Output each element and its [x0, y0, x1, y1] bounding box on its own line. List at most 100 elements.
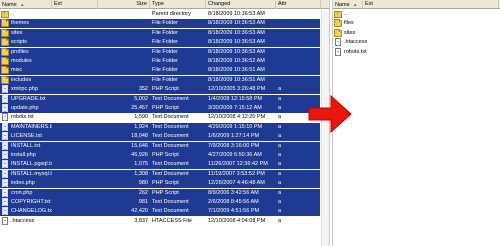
file-row[interactable]: .htaccess: [333, 38, 499, 47]
file-type: Text Document: [152, 133, 189, 140]
column-ext[interactable]: Ext: [52, 0, 98, 9]
file-row[interactable]: robots.txt: [333, 47, 499, 57]
file-row[interactable]: CHANGELOG.txt 42,420 Text Document 7/1/2009…: [0, 207, 320, 217]
file-row[interactable]: cron.php 262 PHP Script 8/9/2006 3:42:56 AM…: [0, 188, 320, 198]
file-row[interactable]: files: [333, 19, 499, 28]
file-row[interactable]: MAINTAINERS.txt 1,924 Text Document 4/29/20…: [0, 122, 320, 132]
file-row[interactable]: LICENSE.txt 18,048 Text Document 1/6/2009 1…: [0, 132, 320, 142]
file-row[interactable]: robots.txt 1,590 Text Document 12/10/2008 4…: [0, 113, 320, 122]
file-row[interactable]: UPGRADE.txt 5,002 Text Document 1/4/2008 12…: [0, 94, 320, 104]
file-type: Text Document: [152, 208, 189, 215]
file-row[interactable]: misc File Folder 8/18/2009 10:36:51 AM: [0, 66, 320, 76]
file-name: robots.txt: [344, 48, 367, 55]
column-name-label: Name: [335, 2, 350, 8]
file-row[interactable]: scripts File Folder 8/18/2009 10:36:53 AM: [0, 38, 320, 48]
file-type: Text Document: [152, 142, 189, 149]
file-size: 18,048: [131, 133, 148, 140]
file-name: MAINTAINERS.txt: [11, 123, 52, 130]
file-changed: 8/18/2009 10:36:51 AM: [208, 76, 265, 83]
file-name: UPGRADE.txt: [11, 95, 46, 102]
file-type: File Folder: [152, 29, 178, 36]
file-ext: [52, 57, 98, 66]
file-size: 352: [138, 86, 148, 93]
file-ext: [52, 179, 98, 188]
file-icon: [2, 141, 8, 150]
file-ext: [52, 189, 98, 198]
file-changed: 11/26/2007 12:36:42 PM: [208, 161, 268, 168]
file-attr: a: [278, 86, 282, 93]
file-icon: [2, 216, 8, 225]
file-size: 1,924: [134, 123, 148, 130]
file-changed: 12/10/2005 3:26:48 PM: [208, 86, 266, 93]
file-icon: [335, 47, 341, 56]
column-name[interactable]: Name ▲: [333, 0, 363, 9]
file-attr: [278, 48, 298, 57]
file-changed: 8/18/2009 10:36:53 AM: [208, 39, 265, 46]
file-row[interactable]: ..: [333, 10, 499, 19]
file-row[interactable]: update.php 25,457 PHP Script 3/30/2009 7:15…: [0, 104, 320, 113]
folder-icon: [1, 28, 9, 37]
file-icon: [2, 113, 8, 122]
file-changed: 8/18/2009 10:36:53 AM: [208, 48, 265, 55]
folder-icon: [1, 19, 9, 28]
file-size: [98, 38, 148, 47]
file-name: themes: [11, 20, 30, 27]
file-ext: [52, 48, 98, 57]
file-attr: a: [278, 142, 282, 149]
column-type[interactable]: Type: [150, 0, 206, 9]
file-name: ..: [11, 11, 15, 17]
file-type: Text Document: [152, 123, 189, 130]
column-changed[interactable]: Changed: [206, 0, 276, 9]
file-row[interactable]: sites: [333, 28, 499, 38]
file-type: PHP Script: [152, 180, 179, 187]
file-ext: [52, 38, 98, 47]
file-name: misc: [11, 67, 23, 74]
file-row[interactable]: INSTALL.txt 15,646 Text Document 7/9/2008 3…: [0, 141, 320, 151]
local-file-pane[interactable]: Name ▲ Ext Size Type Changed Attr .. Pare…: [0, 0, 330, 246]
file-row[interactable]: includes File Folder 8/18/2009 10:36:51 AM: [0, 75, 320, 85]
file-name: COPYRIGHT.txt: [11, 199, 51, 205]
file-row[interactable]: INSTALL.pgsql.txt 1,075 Text Document 11/26…: [0, 160, 320, 170]
file-row[interactable]: INSTALL.mysql.txt 1,308 Text Document 11/19…: [0, 169, 320, 179]
file-row[interactable]: COPYRIGHT.txt 981 Text Document 2/6/2008 8:…: [0, 198, 320, 207]
file-row[interactable]: install.php 46,926 PHP Script 4/27/2009 6:5…: [0, 151, 320, 160]
column-name-label: Name: [2, 2, 17, 8]
file-size: 1,308: [134, 170, 148, 177]
file-name: sites: [11, 29, 23, 36]
file-changed: 4/29/2009 1:15:10 PM: [208, 123, 263, 130]
file-row[interactable]: index.php 980 PHP Script 12/26/2007 4:46:48…: [0, 179, 320, 189]
file-changed: 8/18/2009 10:36:51 AM: [208, 67, 265, 74]
file-attr: a: [278, 180, 282, 187]
file-icon: [2, 198, 8, 206]
file-ext: [52, 10, 98, 19]
file-name: LICENSE.txt: [11, 133, 42, 140]
file-name: modules: [11, 58, 32, 64]
parent-dir-icon: [1, 10, 9, 19]
file-icon: [2, 104, 8, 112]
column-size[interactable]: Size: [98, 0, 150, 9]
file-row[interactable]: sites File Folder 8/18/2009 10:36:53 AM: [0, 28, 320, 38]
file-size: 46,926: [131, 152, 148, 158]
file-attr: [278, 29, 298, 38]
file-row[interactable]: modules File Folder 8/18/2009 10:36:52 AM: [0, 57, 320, 66]
file-type: Parent directory: [152, 11, 191, 17]
file-ext: [52, 104, 98, 113]
folder-icon: [1, 75, 9, 84]
sort-asc-icon: ▲: [353, 2, 358, 7]
sort-asc-icon: ▲: [20, 2, 25, 7]
file-changed: 1/6/2009 1:27:14 PM: [208, 133, 260, 140]
file-size: 1,075: [134, 161, 148, 168]
file-row[interactable]: themes File Folder 8/18/2009 10:36:53 AM: [0, 19, 320, 29]
file-row[interactable]: .. Parent directory 8/18/2009 10:36:53 AM: [0, 10, 320, 19]
file-attr: a: [278, 123, 282, 130]
file-row[interactable]: .htaccess 3,837 HTACCESS File 12/10/2008 4:…: [0, 216, 320, 226]
column-ext[interactable]: Ext: [363, 0, 499, 9]
column-attr[interactable]: Attr: [276, 0, 321, 9]
file-attr: a: [278, 217, 282, 224]
remote-file-pane[interactable]: Name ▲ Ext .. files sites .htaccess robots.t…: [332, 0, 500, 246]
file-ext: [52, 160, 98, 169]
column-name[interactable]: Name ▲: [0, 0, 52, 9]
file-size: 42,420: [131, 208, 148, 215]
file-row[interactable]: xmlrpc.php 352 PHP Script 12/10/2005 3:26:4…: [0, 85, 320, 95]
file-row[interactable]: profiles File Folder 8/18/2009 10:36:53 AM: [0, 47, 320, 57]
